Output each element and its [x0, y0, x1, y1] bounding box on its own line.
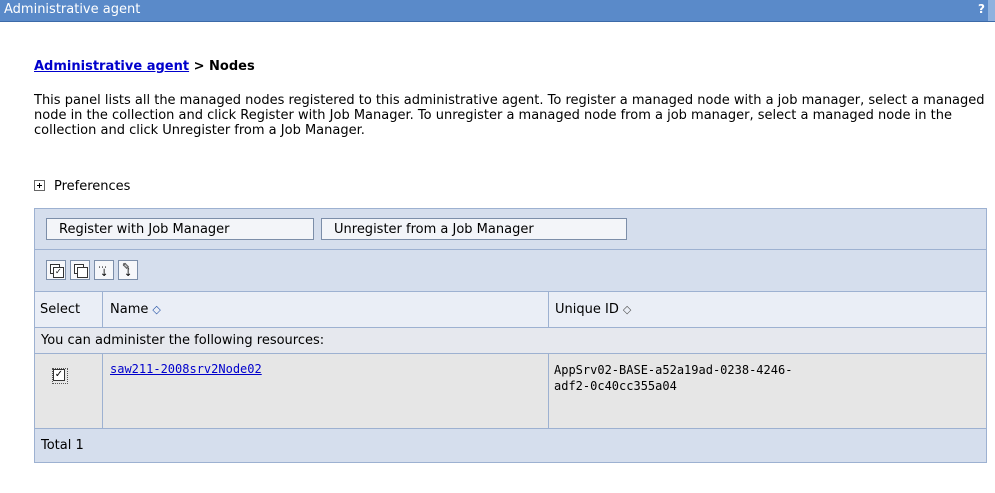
preferences-label: Preferences [54, 179, 131, 194]
breadcrumb: Administrative agent > Nodes [34, 59, 255, 74]
table-header-row: Select Name ◇ Unique ID ◇ [35, 292, 986, 328]
help-icon[interactable]: ? [978, 2, 985, 16]
breadcrumb-link-admin-agent[interactable]: Administrative agent [34, 59, 189, 74]
window-titlebar: Administrative agent ? [0, 0, 995, 22]
unique-id-line2: adf2-0c40cc355a04 [554, 379, 677, 393]
node-name-link[interactable]: saw211-2008srv2Node02 [110, 362, 262, 376]
select-column-header: Select [35, 292, 103, 327]
show-filter-icon[interactable]: ⋯ ↓ [94, 260, 114, 280]
expand-icon[interactable] [34, 180, 45, 191]
resources-info-row: You can administer the following resourc… [35, 328, 986, 354]
total-row: Total 1 [35, 429, 986, 462]
total-count: Total 1 [41, 438, 84, 453]
unique-id-header-label: Unique ID [555, 302, 619, 317]
select-all-icon[interactable]: ✓ [46, 260, 66, 280]
name-cell: saw211-2008srv2Node02 [103, 354, 549, 428]
nodes-collection-table: Register with Job Manager Unregister fro… [34, 208, 987, 463]
panel-description: This panel lists all the managed nodes r… [34, 93, 985, 138]
clear-filter-icon[interactable]: ✎ ↓ [118, 260, 138, 280]
resources-info-text: You can administer the following resourc… [41, 333, 325, 348]
unique-id-column-header[interactable]: Unique ID ◇ [549, 292, 986, 327]
row-checkbox[interactable]: ✓ [52, 368, 68, 384]
preferences-toggle[interactable]: Preferences [34, 179, 130, 194]
window-title: Administrative agent [4, 2, 141, 17]
unique-id-line1: AppSrv02-BASE-a52a19ad-0238-4246- [554, 363, 793, 377]
sort-icon[interactable]: ◇ [152, 303, 160, 316]
name-column-header[interactable]: Name ◇ [103, 292, 549, 327]
icon-toolbar: ✓ ⋯ ↓ ✎ ↓ [35, 250, 986, 292]
select-cell: ✓ [35, 354, 103, 428]
button-bar: Register with Job Manager Unregister fro… [35, 209, 986, 250]
name-header-label: Name [110, 302, 149, 317]
sort-icon[interactable]: ◇ [623, 303, 631, 316]
table-row: ✓ saw211-2008srv2Node02 AppSrv02-BASE-a5… [35, 354, 986, 429]
scroll-edge [988, 0, 995, 21]
deselect-all-icon[interactable] [70, 260, 90, 280]
register-with-job-manager-button[interactable]: Register with Job Manager [46, 218, 314, 240]
page-title: Nodes [209, 59, 255, 74]
unregister-from-job-manager-button[interactable]: Unregister from a Job Manager [321, 218, 627, 240]
unique-id-cell: AppSrv02-BASE-a52a19ad-0238-4246- adf2-0… [549, 354, 986, 428]
breadcrumb-separator: > [189, 59, 210, 74]
